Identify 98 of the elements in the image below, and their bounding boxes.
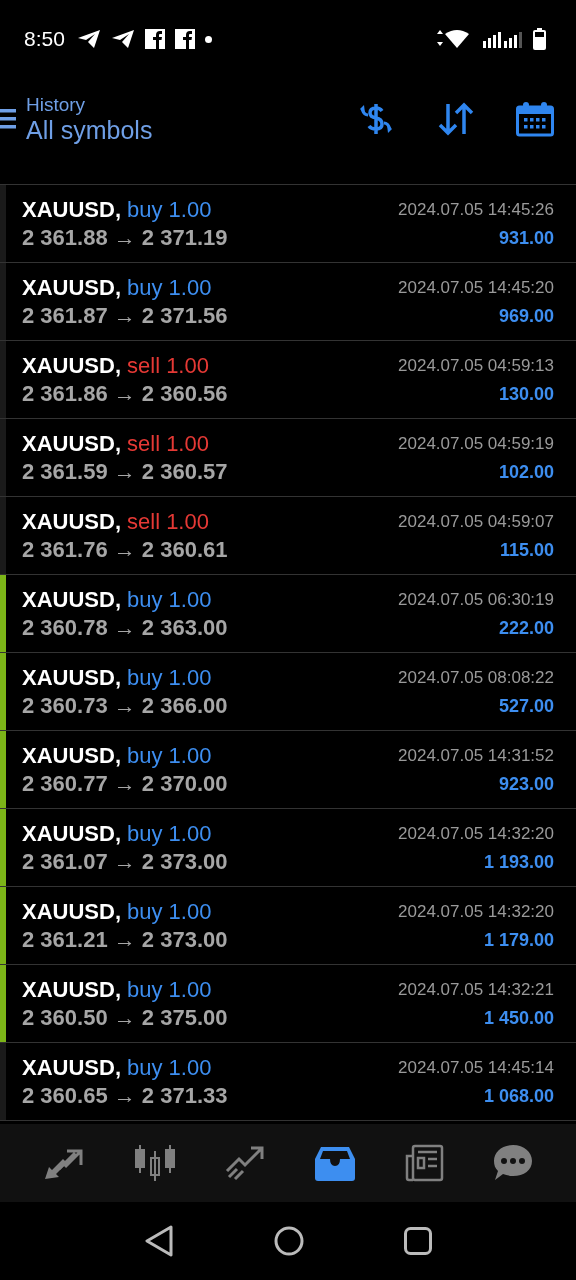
status-time: 8:50 (24, 27, 65, 51)
symbol-name: XAUUSD, (22, 195, 121, 224)
symbol-name: XAUUSD, (22, 663, 121, 692)
price-range: 2 360.77 → 2 370.00 (22, 769, 229, 798)
deal-row[interactable]: XAUUSD, buy 1.00 2 361.07 → 2 373.00 2024.07.05 14:32:20 1 193.00 (0, 809, 576, 887)
deal-type: buy 1.00 (127, 663, 212, 692)
deal-time: 2024.07.05 14:32:20 (398, 900, 554, 923)
deal-type: sell 1.00 (127, 429, 209, 458)
candlestick-icon (134, 1143, 176, 1183)
newspaper-icon (403, 1144, 444, 1182)
deal-row[interactable]: XAUUSD, buy 1.00 2 361.21 → 2 373.00 2024.07.05 14:32:20 1 179.00 (0, 887, 576, 965)
symbol-name: XAUUSD, (22, 975, 121, 1004)
symbol-name: XAUUSD, (22, 429, 121, 458)
deal-type: buy 1.00 (127, 975, 212, 1004)
menu-icon[interactable] (0, 107, 16, 131)
deal-type: buy 1.00 (127, 819, 212, 848)
symbol-name: XAUUSD, (22, 897, 121, 926)
symbol-name: XAUUSD, (22, 507, 121, 536)
price-range: 2 361.86 → 2 360.56 (22, 379, 229, 408)
deal-type: sell 1.00 (127, 507, 209, 536)
profit-value: 1 068.00 (483, 1084, 554, 1108)
deal-time: 2024.07.05 14:31:52 (398, 744, 554, 767)
deal-type: buy 1.00 (127, 195, 212, 224)
facebook-icon (174, 29, 195, 49)
profit-value: 1 193.00 (483, 850, 554, 874)
screen-subtitle: History (26, 93, 87, 116)
profit-value: 222.00 (498, 616, 554, 640)
profit-value: 969.00 (498, 304, 554, 328)
price-range: 2 361.88 → 2 371.19 (22, 223, 229, 252)
signal-icon (483, 30, 523, 48)
profit-value: 931.00 (498, 226, 554, 250)
price-range: 2 361.87 → 2 371.56 (22, 301, 229, 330)
price-range: 2 360.78 → 2 363.00 (22, 613, 229, 642)
symbol-name: XAUUSD, (22, 1053, 121, 1082)
profit-value: 130.00 (498, 382, 554, 406)
deal-time: 2024.07.05 04:59:13 (398, 354, 554, 377)
deal-time: 2024.07.05 08:08:22 (398, 666, 554, 689)
deal-time: 2024.07.05 04:59:19 (398, 432, 554, 455)
profit-value: 923.00 (498, 772, 554, 796)
price-range: 2 361.07 → 2 373.00 (22, 847, 229, 876)
deal-time: 2024.07.05 14:45:26 (398, 198, 554, 221)
price-range: 2 361.59 → 2 360.57 (22, 457, 229, 486)
deal-row[interactable]: XAUUSD, buy 1.00 2 361.87 → 2 371.56 2024.07.05 14:45:20 969.00 (0, 263, 576, 341)
profit-value: 1 179.00 (483, 928, 554, 952)
symbol-filter[interactable]: All symbols (26, 115, 153, 145)
deal-time: 2024.07.05 14:45:14 (398, 1056, 554, 1079)
deal-row[interactable]: XAUUSD, buy 1.00 2 361.88 → 2 371.19 2024.07.05 14:45:26 931.00 (0, 185, 576, 263)
home-icon[interactable] (274, 1226, 304, 1256)
trade-tab[interactable] (225, 1145, 266, 1181)
symbol-name: XAUUSD, (22, 819, 121, 848)
deal-row[interactable]: XAUUSD, buy 1.00 2 360.50 → 2 375.00 2024.07.05 14:32:21 1 450.00 (0, 965, 576, 1043)
deal-row[interactable]: XAUUSD, buy 1.00 2 360.78 → 2 363.00 2024.07.05 06:30:19 222.00 (0, 575, 576, 653)
recent-apps-icon[interactable] (404, 1227, 432, 1255)
deal-row[interactable]: XAUUSD, sell 1.00 2 361.59 → 2 360.57 2024.07.05 04:59:19 102.00 (0, 419, 576, 497)
news-tab[interactable] (403, 1144, 444, 1182)
profit-value: 527.00 (498, 694, 554, 718)
deal-type: buy 1.00 (127, 741, 212, 770)
calendar-button[interactable] (516, 101, 554, 137)
facebook-icon (144, 29, 165, 49)
deal-time: 2024.07.05 04:59:07 (398, 510, 554, 533)
paper-plane-icon (76, 29, 101, 49)
deal-row[interactable]: XAUUSD, sell 1.00 2 361.86 → 2 360.56 2024.07.05 04:59:13 130.00 (0, 341, 576, 419)
symbol-name: XAUUSD, (22, 273, 121, 302)
deal-time: 2024.07.05 06:30:19 (398, 588, 554, 611)
profit-value: 102.00 (498, 460, 554, 484)
price-range: 2 360.50 → 2 375.00 (22, 1003, 229, 1032)
chat-tab[interactable] (493, 1144, 534, 1182)
history-tab[interactable] (314, 1145, 355, 1181)
deal-type: sell 1.00 (127, 351, 209, 380)
deal-row[interactable]: XAUUSD, buy 1.00 2 360.77 → 2 370.00 2024.07.05 14:31:52 923.00 (0, 731, 576, 809)
price-range: 2 361.76 → 2 360.61 (22, 535, 229, 564)
deal-time: 2024.07.05 14:45:20 (398, 276, 554, 299)
battery-icon (533, 28, 546, 50)
chat-bubble-icon (493, 1144, 534, 1182)
deal-time: 2024.07.05 14:32:21 (398, 978, 554, 1001)
profit-value: 1 450.00 (483, 1006, 554, 1030)
profit-value: 115.00 (499, 538, 554, 562)
deal-time: 2024.07.05 14:32:20 (398, 822, 554, 845)
price-range: 2 360.73 → 2 366.00 (22, 691, 229, 720)
deal-type: buy 1.00 (127, 585, 212, 614)
sort-button[interactable] (438, 102, 474, 136)
price-range: 2 360.65 → 2 371.33 (22, 1081, 229, 1110)
deal-type: buy 1.00 (127, 897, 212, 926)
back-icon[interactable] (144, 1225, 174, 1257)
symbol-name: XAUUSD, (22, 741, 121, 770)
deal-row[interactable]: XAUUSD, sell 1.00 2 361.76 → 2 360.61 2024.07.05 04:59:07 115.00 (0, 497, 576, 575)
inbox-icon (314, 1145, 355, 1181)
chart-tab[interactable] (134, 1143, 176, 1183)
notification-dot-icon (204, 35, 212, 43)
trend-arrow-icon (225, 1145, 266, 1181)
symbol-name: XAUUSD, (22, 585, 121, 614)
deal-type: buy 1.00 (127, 273, 212, 302)
price-range: 2 361.21 → 2 373.00 (22, 925, 229, 954)
paper-plane-icon (110, 29, 135, 49)
deal-type: buy 1.00 (127, 1053, 212, 1082)
deal-row[interactable]: XAUUSD, buy 1.00 2 360.73 → 2 366.00 2024.07.05 08:08:22 527.00 (0, 653, 576, 731)
symbol-name: XAUUSD, (22, 351, 121, 380)
deal-row[interactable]: XAUUSD, buy 1.00 2 360.65 → 2 371.33 2024.07.05 14:45:14 1 068.00 (0, 1043, 576, 1121)
